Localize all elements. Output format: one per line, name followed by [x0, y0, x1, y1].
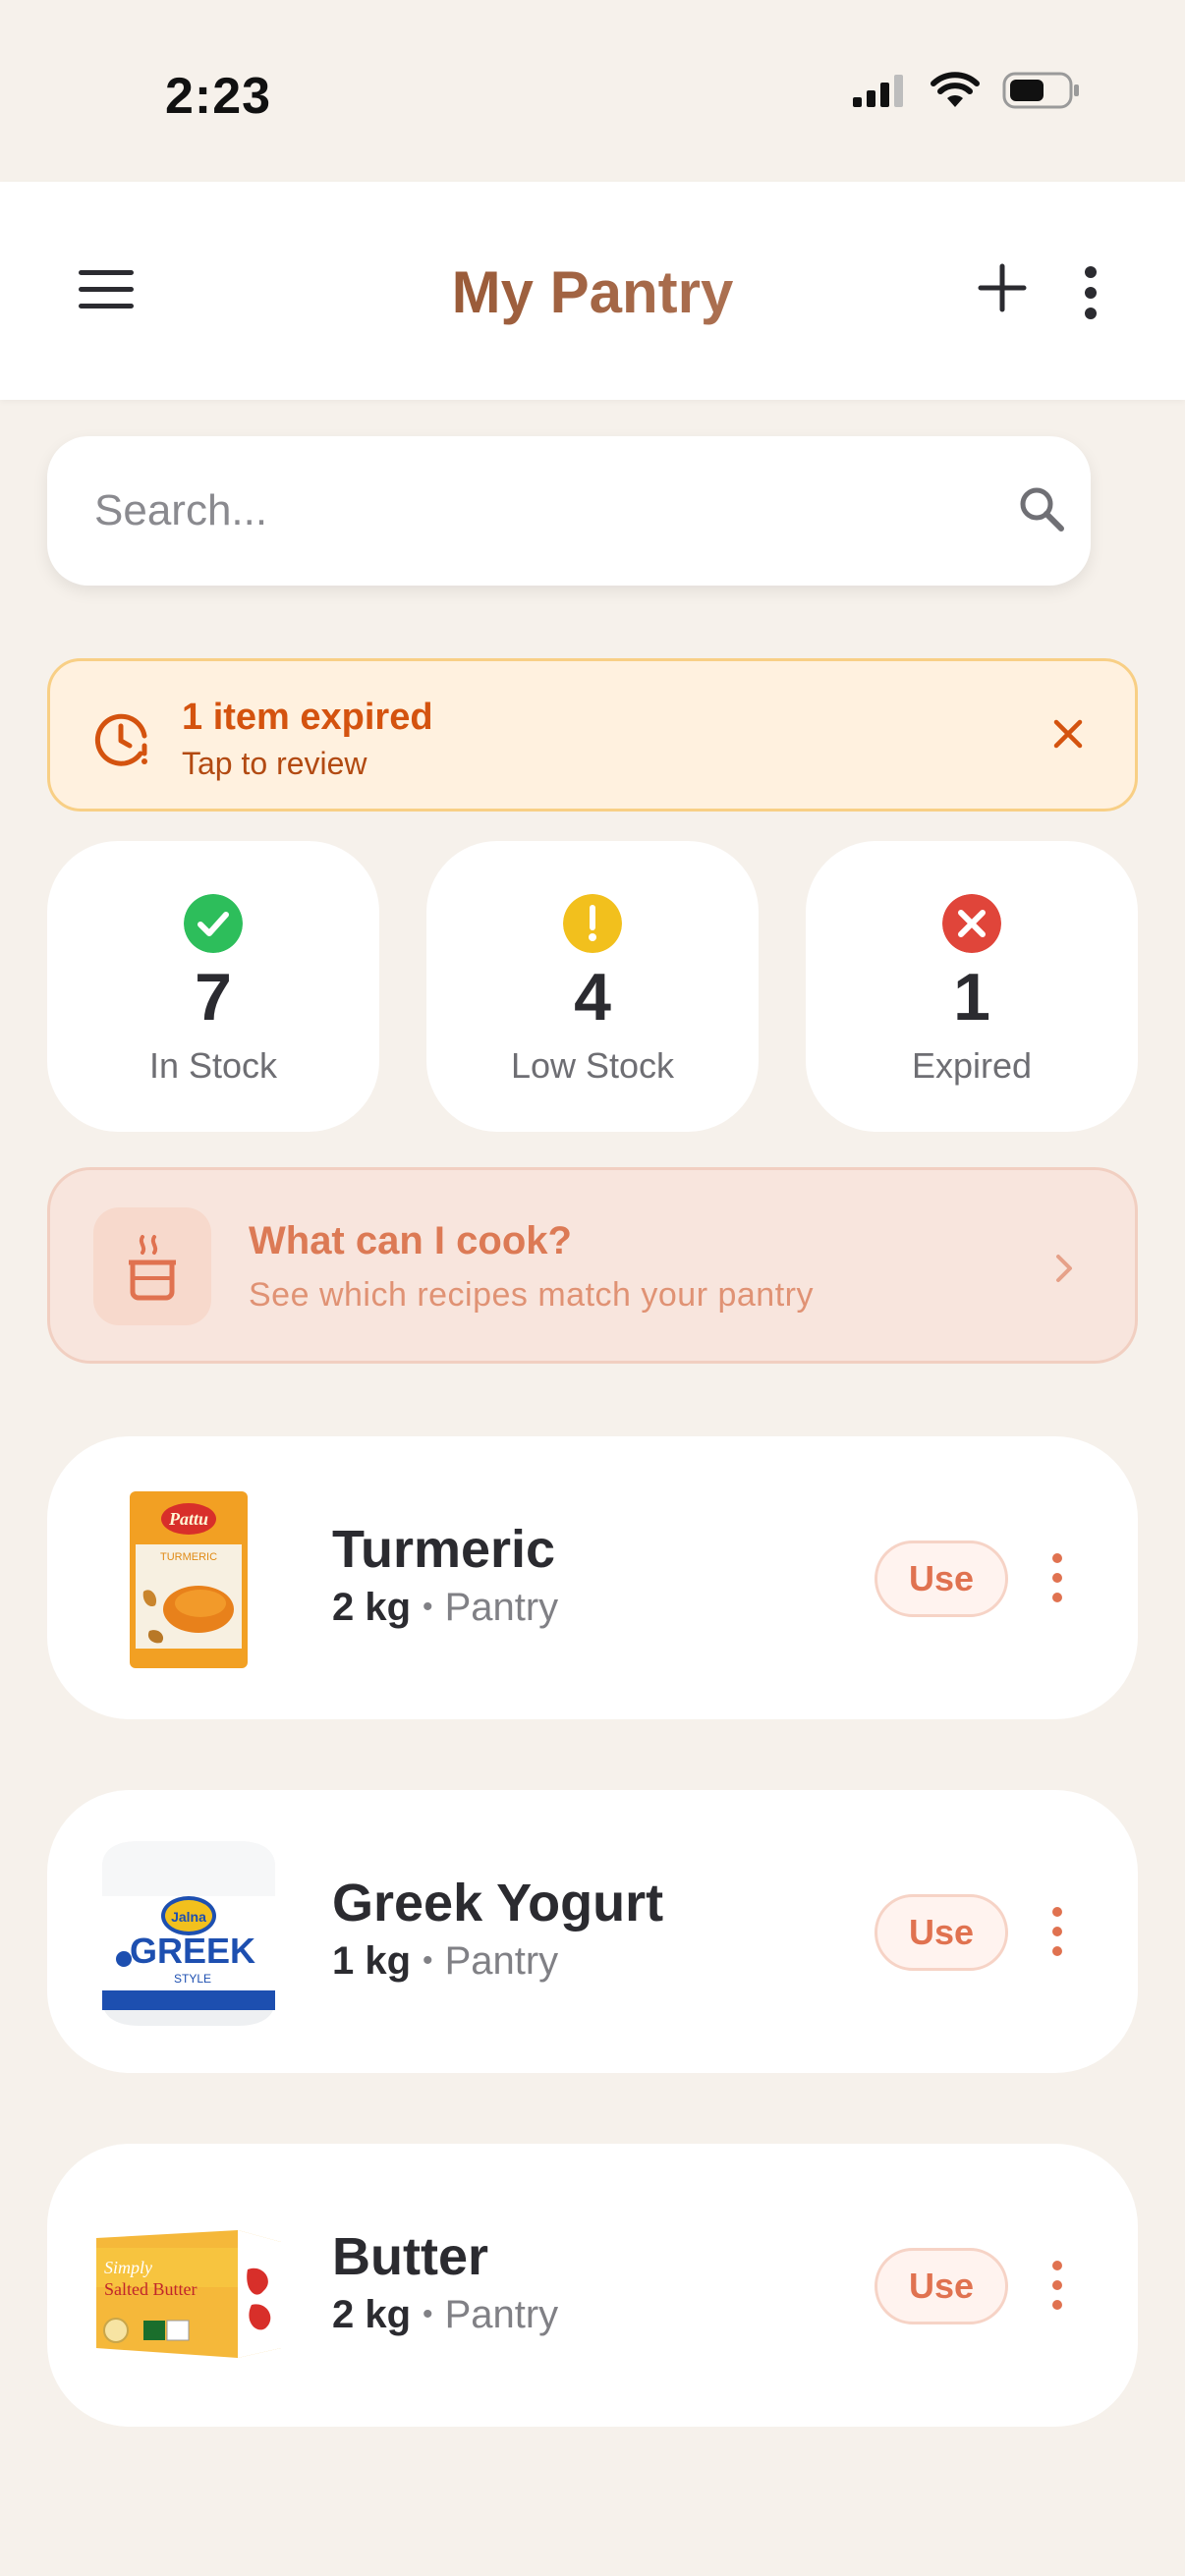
stat-card-in-stock[interactable]: 7 In Stock — [47, 841, 379, 1132]
item-name: Greek Yogurt — [332, 1874, 664, 1932]
add-item-button[interactable] — [973, 258, 1032, 317]
item-meta: 2 kg • Pantry — [332, 2293, 558, 2337]
search-icon[interactable] — [1016, 483, 1069, 536]
use-button[interactable]: Use — [875, 2248, 1008, 2324]
stat-value: 1 — [953, 960, 990, 1035]
cooking-pot-icon — [129, 1235, 176, 1301]
svg-text:GREEK: GREEK — [130, 1931, 255, 1971]
svg-text:Salted Butter: Salted Butter — [104, 2279, 197, 2299]
app-header: My Pantry — [0, 182, 1185, 400]
status-time: 2:23 — [165, 68, 272, 125]
list-item[interactable]: Simply Salted Butter Butter 2 kg • Pantry … — [47, 2144, 1138, 2427]
svg-text:TURMERIC: TURMERIC — [160, 1551, 217, 1563]
status-icons — [851, 71, 1081, 110]
list-item[interactable]: Pattu TURMERIC Turmeric 2 kg • Pantry Use — [47, 1436, 1138, 1719]
cellular-signal-icon — [853, 75, 903, 107]
cook-card-title: What can I cook? — [249, 1219, 572, 1262]
turmeric-product-image: Pattu TURMERIC — [130, 1491, 248, 1668]
separator-dot: • — [423, 1944, 433, 1977]
greek-yogurt-product-image: Jalna GREEK STYLE — [102, 1841, 275, 2026]
item-quantity: 2 kg — [332, 2293, 412, 2336]
stat-label: In Stock — [148, 1045, 278, 1086]
cook-card-subtitle: See which recipes match your pantry — [249, 1276, 814, 1314]
list-item[interactable]: Jalna GREEK STYLE Greek Yogurt 1 kg • Pant… — [47, 1790, 1138, 2073]
x-circle-icon — [942, 894, 1001, 953]
stat-value: 4 — [574, 960, 611, 1035]
wifi-icon — [931, 72, 980, 107]
use-button[interactable]: Use — [875, 1894, 1008, 1971]
stat-label: Low Stock — [510, 1045, 675, 1086]
exclamation-circle-icon — [563, 894, 622, 953]
stat-value: 7 — [195, 960, 232, 1035]
separator-dot: • — [423, 2298, 433, 2330]
more-options-button[interactable] — [1081, 265, 1100, 320]
close-icon[interactable] — [1048, 714, 1088, 754]
separator-dot: • — [423, 1591, 433, 1623]
what-can-i-cook-card[interactable]: What can I cook? See which recipes match… — [47, 1167, 1138, 1364]
status-bar: 2:23 — [0, 0, 1185, 182]
banner-title: 1 item expired — [182, 697, 433, 738]
item-name: Turmeric — [332, 1520, 556, 1579]
battery-icon — [1002, 72, 1079, 109]
cook-icon-container — [93, 1207, 211, 1325]
clock-alert-icon — [94, 713, 147, 766]
search-input[interactable] — [94, 481, 959, 540]
item-location: Pantry — [444, 1586, 559, 1629]
stat-card-expired[interactable]: 1 Expired — [806, 841, 1138, 1132]
stat-label: Expired — [911, 1045, 1033, 1086]
item-location: Pantry — [444, 2293, 559, 2336]
svg-text:Pattu: Pattu — [168, 1509, 208, 1529]
item-quantity: 2 kg — [332, 1586, 412, 1629]
item-quantity: 1 kg — [332, 1939, 412, 1983]
stat-card-low-stock[interactable]: 4 Low Stock — [426, 841, 759, 1132]
butter-product-image: Simply Salted Butter — [96, 2230, 281, 2358]
search-bar — [47, 436, 1091, 586]
expired-alert-banner[interactable]: 1 item expired Tap to review — [47, 658, 1138, 812]
item-meta: 1 kg • Pantry — [332, 1939, 558, 1984]
item-more-options-icon[interactable] — [1047, 1550, 1067, 1605]
banner-subtitle: Tap to review — [182, 746, 367, 781]
svg-text:Simply: Simply — [104, 2258, 152, 2277]
item-name: Butter — [332, 2227, 488, 2286]
svg-text:STYLE: STYLE — [174, 1972, 211, 1986]
chevron-right-icon — [1056, 1255, 1072, 1282]
svg-text:Jalna: Jalna — [171, 1909, 206, 1925]
item-meta: 2 kg • Pantry — [332, 1586, 558, 1630]
check-circle-icon — [184, 894, 243, 953]
item-more-options-icon[interactable] — [1047, 2258, 1067, 2313]
use-button[interactable]: Use — [875, 1540, 1008, 1617]
item-more-options-icon[interactable] — [1047, 1904, 1067, 1959]
item-location: Pantry — [444, 1939, 559, 1983]
